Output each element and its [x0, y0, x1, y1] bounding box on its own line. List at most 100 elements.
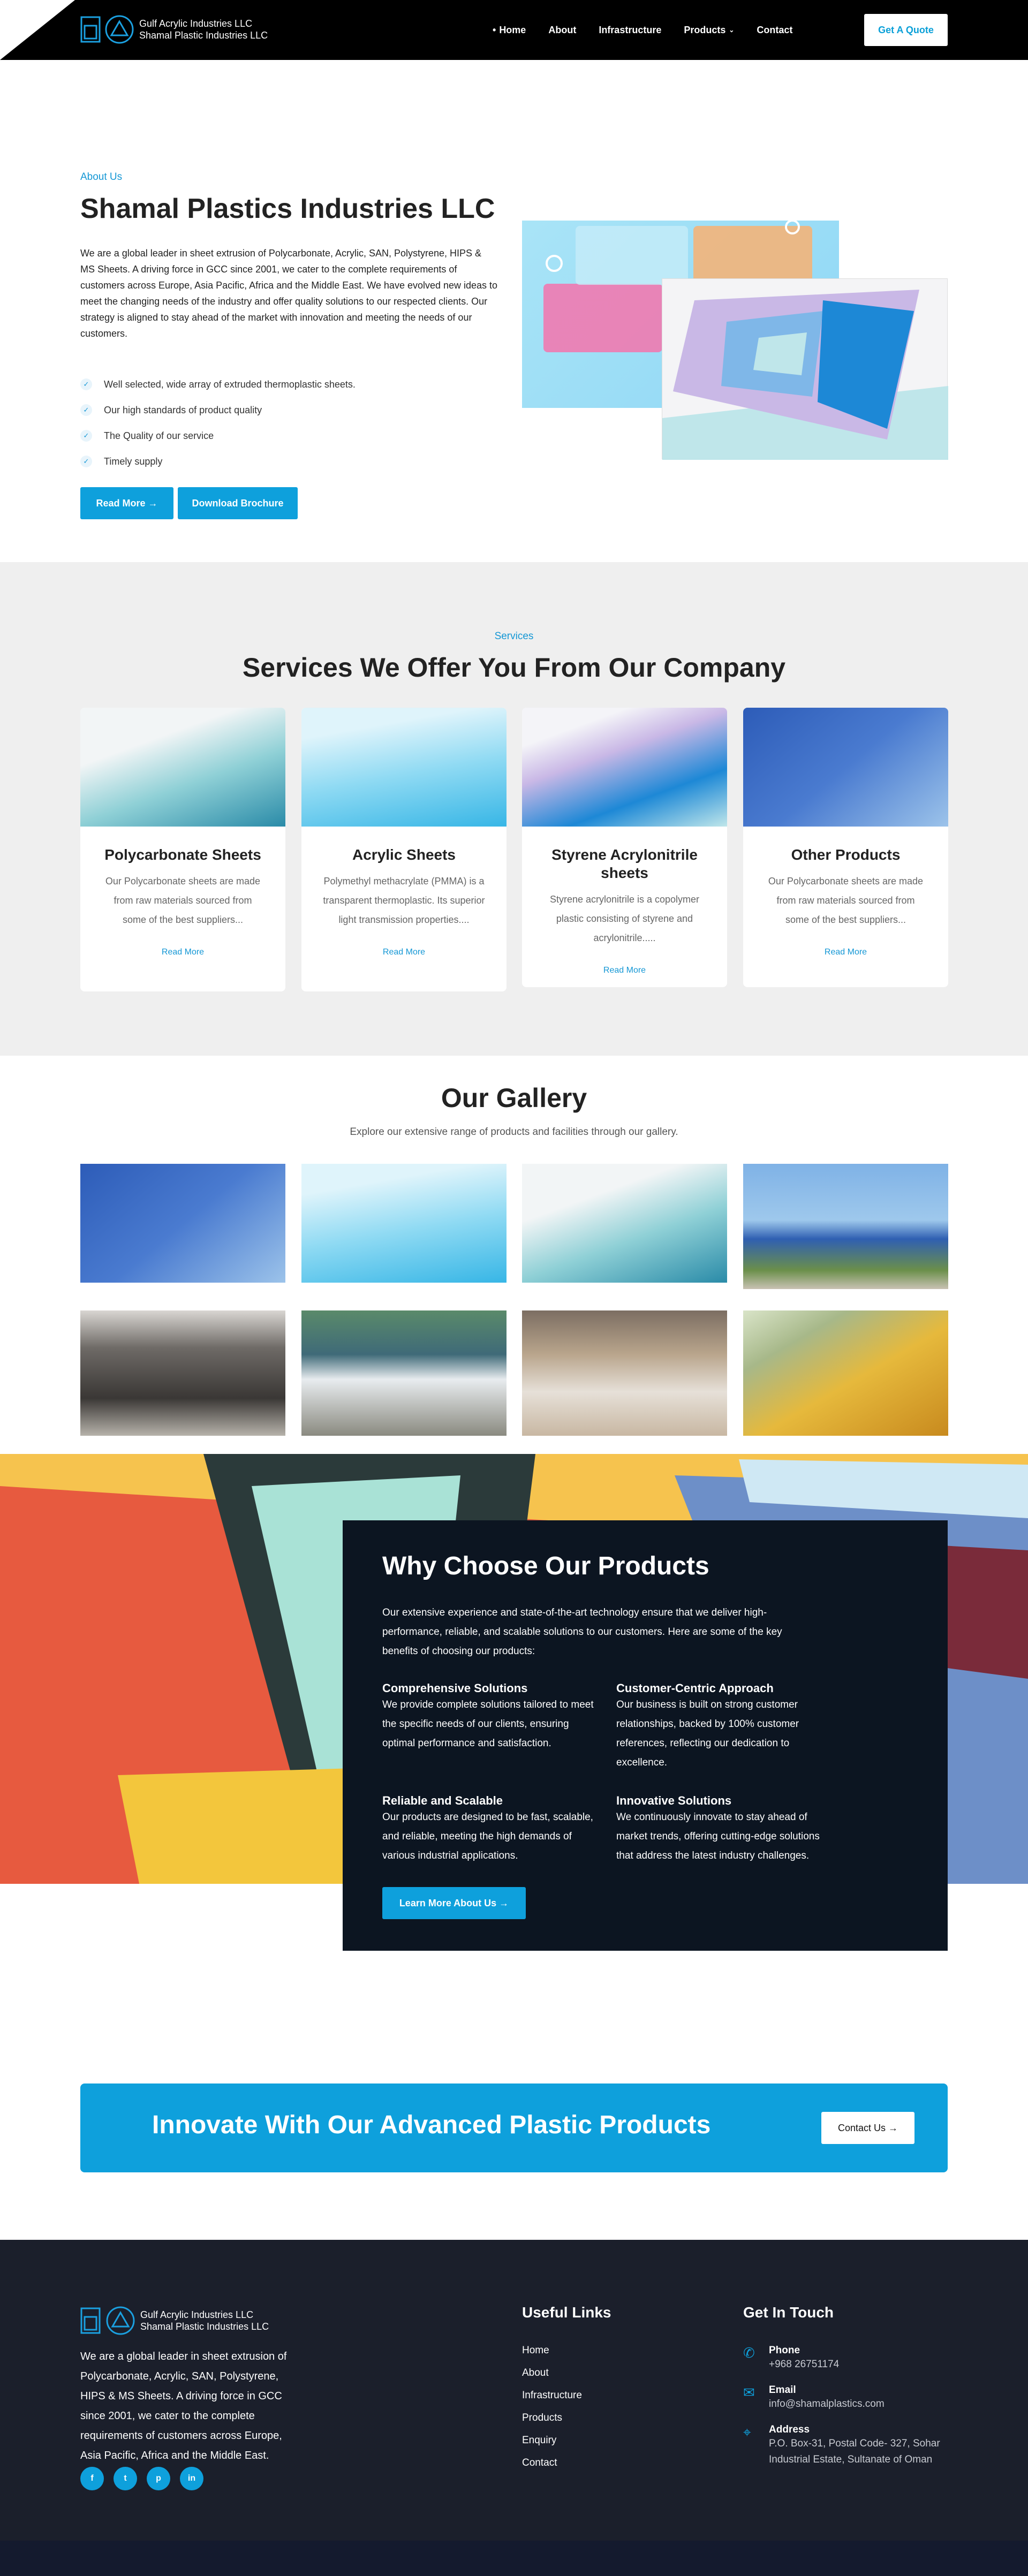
about-image-sheets	[662, 278, 948, 460]
nav-about[interactable]: About	[548, 25, 576, 36]
services-kicker: Services	[494, 631, 534, 642]
cta-banner: Innovate With Our Advanced Plastic Produ…	[80, 2083, 948, 2172]
site-header: Gulf Acrylic Industries LLC Shamal Plast…	[0, 0, 1028, 60]
contact-phone: ✆ Phone +968 26751174	[743, 2345, 839, 2373]
address-value: P.O. Box-31, Postal Code- 327, Sohar Ind…	[769, 2438, 940, 2465]
contact-us-button[interactable]: Contact Us →	[821, 2112, 914, 2144]
why-panel: Why Choose Our Products Our extensive ex…	[343, 1520, 948, 1951]
email-value[interactable]: info@shamalplastics.com	[769, 2396, 885, 2412]
footer-logo-line-1: Gulf Acrylic Industries LLC	[140, 2309, 254, 2320]
nav-contact[interactable]: Contact	[757, 25, 792, 36]
phone-icon: ✆	[743, 2345, 755, 2361]
service-card[interactable]: Polycarbonate Sheets Our Polycarbonate s…	[80, 708, 285, 991]
nav-products[interactable]: Products ⌄	[684, 25, 734, 36]
service-text: Our Polycarbonate sheets are made from r…	[105, 876, 261, 925]
logo-line-2: Shamal Plastic Industries LLC	[139, 30, 268, 41]
nav-home-label: Home	[499, 24, 526, 35]
service-read-more-link[interactable]: Read More	[743, 948, 948, 973]
read-more-button[interactable]: Read More →	[80, 487, 173, 519]
service-read-more-link[interactable]: Read More	[522, 966, 727, 987]
logo-square-icon	[80, 16, 101, 43]
benefit-title: Reliable and Scalable	[382, 1794, 503, 1807]
benefit-title: Innovative Solutions	[616, 1794, 732, 1807]
service-card[interactable]: Acrylic Sheets Polymethyl methacrylate (…	[301, 708, 507, 991]
footer-link[interactable]: Contact	[522, 2457, 582, 2480]
contact-email: ✉ Email info@shamalplastics.com	[743, 2384, 885, 2412]
service-text: Styrene acrylonitrile is a copolymer pla…	[549, 894, 700, 943]
useful-links: Home About Infrastructure Products Enqui…	[522, 2345, 582, 2480]
why-section: Why Choose Our Products Our extensive ex…	[0, 1454, 1028, 2016]
nav-home[interactable]: • Home	[493, 25, 526, 36]
location-pin-icon: ⌖	[743, 2424, 751, 2440]
footer-logo[interactable]: Gulf Acrylic Industries LLC Shamal Plast…	[80, 2306, 269, 2335]
about-title: Shamal Plastics Industries LLC	[80, 193, 495, 224]
download-brochure-button[interactable]: Download Brochure	[178, 487, 298, 519]
learn-more-button[interactable]: Learn More About Us →	[382, 1887, 526, 1919]
service-text: Our Polycarbonate sheets are made from r…	[768, 876, 924, 925]
logo-line-1: Gulf Acrylic Industries LLC	[139, 18, 253, 29]
linkedin-icon[interactable]: in	[180, 2467, 203, 2490]
nav-products-label: Products	[684, 24, 726, 35]
services-section: Services Services We Offer You From Our …	[0, 562, 1028, 1056]
address-label: Address	[769, 2424, 810, 2435]
about-paragraph: We are a global leader in sheet extrusio…	[80, 248, 498, 339]
feature-text: The Quality of our service	[104, 430, 214, 441]
gallery-image[interactable]	[80, 1164, 285, 1283]
phone-label: Phone	[769, 2345, 800, 2356]
nav-infrastructure[interactable]: Infrastructure	[599, 25, 661, 36]
service-card[interactable]: Other Products Our Polycarbonate sheets …	[743, 708, 948, 987]
footer-link[interactable]: Products	[522, 2412, 582, 2435]
footer-link[interactable]: Infrastructure	[522, 2390, 582, 2412]
about-kicker: About Us	[80, 171, 123, 183]
contact-address: ⌖ Address P.O. Box-31, Postal Code- 327, …	[743, 2424, 946, 2468]
check-icon: ✓	[80, 456, 92, 467]
service-title: Polycarbonate Sheets	[104, 846, 261, 863]
arrow-right-icon: →	[496, 1897, 509, 1908]
benefit-item: Comprehensive Solutions We provide comple…	[382, 1681, 616, 1772]
footer-link[interactable]: Enquiry	[522, 2435, 582, 2457]
service-card[interactable]: Styrene Acrylonitrile sheets Styrene acr…	[522, 708, 727, 987]
useful-links-title: Useful Links	[522, 2304, 611, 2321]
gallery-image[interactable]	[80, 1310, 285, 1436]
twitter-icon[interactable]: t	[114, 2467, 137, 2490]
footer-link[interactable]: About	[522, 2367, 582, 2390]
footer-link[interactable]: Home	[522, 2345, 582, 2367]
benefit-text: Our business is built on strong customer…	[616, 1699, 799, 1768]
logo-triangle-icon	[106, 2306, 135, 2335]
pinterest-icon[interactable]: p	[147, 2467, 170, 2490]
feature-text: Timely supply	[104, 456, 163, 467]
benefit-item: Customer-Centric Approach Our business is…	[616, 1681, 850, 1772]
gallery-image[interactable]	[522, 1310, 727, 1436]
facebook-icon[interactable]: f	[80, 2467, 104, 2490]
get-quote-button[interactable]: Get A Quote	[864, 14, 948, 46]
service-image-acrylic	[301, 708, 507, 827]
why-title: Why Choose Our Products	[382, 1552, 709, 1580]
services-title: Services We Offer You From Our Company	[242, 653, 786, 683]
feature-item: ✓ Our high standards of product quality	[80, 397, 356, 423]
benefit-title: Customer-Centric Approach	[616, 1681, 774, 1695]
gallery-image[interactable]	[301, 1164, 507, 1283]
main-nav: • Home About Infrastructure Products ⌄ Con…	[493, 0, 792, 60]
arrow-right-icon: →	[145, 497, 158, 509]
gallery-image[interactable]	[301, 1310, 507, 1436]
benefit-item: Reliable and Scalable Our products are de…	[382, 1794, 616, 1866]
site-footer: Gulf Acrylic Industries LLC Shamal Plast…	[0, 2240, 1028, 2541]
check-icon: ✓	[80, 404, 92, 416]
check-icon: ✓	[80, 378, 92, 390]
service-image-polycarbonate	[80, 708, 285, 827]
service-read-more-link[interactable]: Read More	[80, 948, 285, 973]
active-dot-icon: •	[493, 24, 496, 35]
gallery-image[interactable]	[743, 1310, 948, 1436]
service-title: Styrene Acrylonitrile sheets	[551, 846, 698, 881]
service-read-more-link[interactable]: Read More	[301, 948, 507, 973]
site-logo[interactable]: Gulf Acrylic Industries LLC Shamal Plast…	[80, 15, 268, 44]
feature-item: ✓ Timely supply	[80, 449, 356, 474]
phone-value[interactable]: +968 26751174	[769, 2357, 839, 2373]
feature-text: Our high standards of product quality	[104, 404, 262, 415]
gallery-image[interactable]	[743, 1164, 948, 1289]
email-label: Email	[769, 2384, 796, 2396]
benefit-title: Comprehensive Solutions	[382, 1681, 528, 1695]
feature-text: Well selected, wide array of extruded th…	[104, 378, 356, 390]
feature-item: ✓ Well selected, wide array of extruded t…	[80, 372, 356, 397]
gallery-image[interactable]	[522, 1164, 727, 1283]
